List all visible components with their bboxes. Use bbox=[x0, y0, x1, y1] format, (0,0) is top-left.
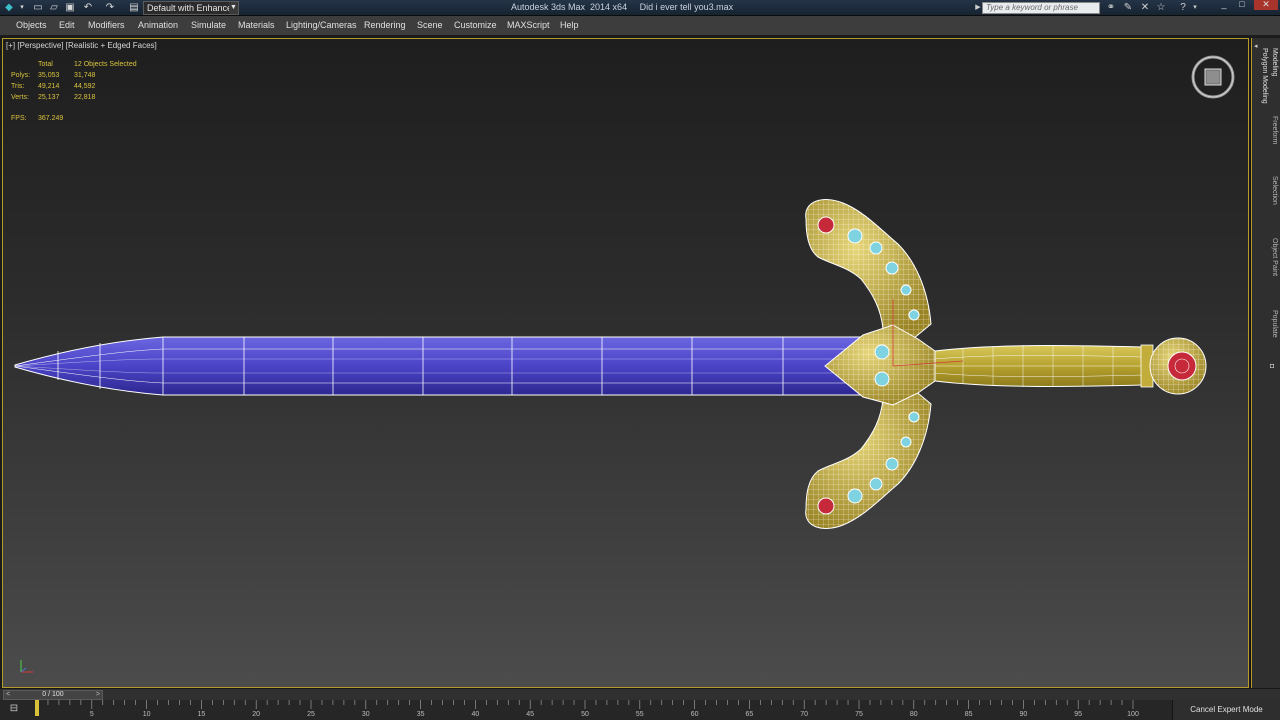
menu-edit[interactable]: Edit bbox=[59, 20, 75, 30]
tab-selection[interactable]: Selection bbox=[1271, 176, 1278, 205]
tab-freeform[interactable]: Freeform bbox=[1271, 116, 1278, 144]
ruler-label: 90 bbox=[1019, 711, 1028, 718]
tools-icon[interactable]: ✎ bbox=[1122, 2, 1134, 14]
workspace-select-value: Default with Enhance bbox=[147, 3, 233, 13]
sword-grip[interactable] bbox=[934, 345, 1144, 387]
menu-objects[interactable]: Objects bbox=[16, 20, 47, 30]
close-icon[interactable]: ✕ bbox=[1254, 0, 1278, 10]
redo-icon[interactable]: ↷ bbox=[104, 2, 116, 14]
time-slider-label: 0 / 100 bbox=[42, 691, 64, 698]
sword-model[interactable] bbox=[3, 39, 1249, 688]
maximize-icon[interactable]: □ bbox=[1234, 0, 1250, 10]
menu-animation[interactable]: Animation bbox=[138, 20, 178, 30]
ruler-label: 65 bbox=[745, 711, 754, 718]
menu-simulate[interactable]: Simulate bbox=[191, 20, 226, 30]
curve-editor-icon[interactable]: ⊟ bbox=[4, 703, 24, 717]
ruler-label: 60 bbox=[690, 711, 699, 718]
ruler-label: 5 bbox=[89, 711, 94, 718]
menu-bar: Objects Edit Modifiers Animation Simulat… bbox=[0, 16, 1280, 36]
tab-populate[interactable]: Populate bbox=[1271, 310, 1278, 338]
project-icon[interactable]: ▤ bbox=[128, 2, 140, 14]
menu-scene[interactable]: Scene bbox=[417, 20, 443, 30]
app-menu-dropdown-icon[interactable]: ▾ bbox=[16, 2, 28, 14]
search-input[interactable]: Type a keyword or phrase bbox=[982, 2, 1100, 14]
save-icon[interactable]: ▣ bbox=[64, 2, 76, 14]
menu-maxscript[interactable]: MAXScript bbox=[507, 20, 550, 30]
cancel-expert-mode-button[interactable]: Cancel Expert Mode bbox=[1172, 700, 1280, 720]
ruler-label: 75 bbox=[855, 711, 863, 718]
time-prev-button[interactable]: < bbox=[6, 691, 10, 699]
ruler-label: 20 bbox=[252, 711, 261, 718]
menu-materials[interactable]: Materials bbox=[238, 20, 275, 30]
axis-tripod-icon bbox=[20, 660, 33, 673]
ruler-label: 80 bbox=[909, 711, 918, 718]
minimize-icon[interactable]: _ bbox=[1216, 0, 1232, 10]
viewport-border-right bbox=[1251, 38, 1252, 688]
ruler-label: 30 bbox=[361, 711, 370, 718]
ruler-label: 50 bbox=[581, 711, 589, 718]
time-next-button[interactable]: > bbox=[96, 691, 100, 699]
ruler-label: 15 bbox=[197, 711, 206, 718]
undo-icon[interactable]: ↶ bbox=[82, 2, 94, 14]
title-bar: ◆ ▾ ▭ ▱ ▣ ↶ ↷ ▤ Default with Enhance ▼ A… bbox=[0, 0, 1280, 16]
ruler-label: 25 bbox=[307, 711, 315, 718]
workspace-select[interactable]: Default with Enhance ▼ bbox=[143, 1, 239, 15]
tab-object-paint[interactable]: Object Paint bbox=[1271, 238, 1278, 276]
new-icon[interactable]: ▭ bbox=[32, 2, 44, 14]
track-bar[interactable]: ⊟ 5 10 15 20 25 30 35 40 45 50 55 60 65 70 75 80 85 90 95 1… bbox=[0, 700, 1280, 720]
menu-help[interactable]: Help bbox=[560, 20, 579, 30]
ruler-label: 85 bbox=[964, 711, 973, 718]
timeline: < 0 / 100 > bbox=[0, 688, 1280, 700]
ruler-label: 100 bbox=[1127, 711, 1139, 718]
binoculars-icon[interactable]: ⚭ bbox=[1105, 2, 1117, 14]
current-frame-marker[interactable] bbox=[35, 700, 39, 716]
viewcube[interactable] bbox=[1190, 54, 1236, 100]
user-icon[interactable]: ✕ bbox=[1139, 2, 1151, 14]
sword-pommel[interactable] bbox=[1140, 337, 1207, 395]
ribbon-side-panel: ◂ Modeling Polygon Modeling Freeform Sel… bbox=[1250, 38, 1280, 688]
tab-polygon-modeling[interactable]: Polygon Modeling bbox=[1261, 48, 1268, 104]
menu-rendering[interactable]: Rendering bbox=[364, 20, 406, 30]
tab-modeling[interactable]: Modeling bbox=[1271, 48, 1278, 76]
ruler-label: 40 bbox=[471, 711, 480, 718]
menu-modifiers[interactable]: Modifiers bbox=[88, 20, 125, 30]
app-title: Autodesk 3ds Max 2014 x64 Did i ever tel… bbox=[511, 2, 734, 12]
help-icon[interactable]: ? bbox=[1177, 2, 1189, 14]
perspective-viewport[interactable]: [+] [Perspective] [Realistic + Edged Fac… bbox=[2, 38, 1249, 688]
ruler-label: 45 bbox=[526, 711, 535, 718]
app-menu-icon[interactable]: ◆ bbox=[3, 2, 15, 14]
menu-customize[interactable]: Customize bbox=[454, 20, 497, 30]
time-slider[interactable]: < 0 / 100 > bbox=[3, 690, 103, 700]
ruler-label: 10 bbox=[142, 711, 151, 718]
ruler-label: 55 bbox=[635, 711, 644, 718]
ruler-label: 95 bbox=[1074, 711, 1083, 718]
sword-blade[interactable] bbox=[14, 336, 874, 396]
ruler-label: 70 bbox=[800, 711, 809, 718]
menu-lighting-cameras[interactable]: Lighting/Cameras bbox=[286, 20, 357, 30]
open-icon[interactable]: ▱ bbox=[48, 2, 60, 14]
chevron-down-icon[interactable]: ▼ bbox=[229, 2, 238, 14]
ribbon-options-icon[interactable]: ◘ bbox=[1270, 363, 1278, 371]
help-dropdown-icon[interactable]: ▾ bbox=[1189, 2, 1201, 14]
ruler-label: 35 bbox=[416, 711, 425, 718]
star-icon[interactable]: ☆ bbox=[1155, 2, 1167, 14]
